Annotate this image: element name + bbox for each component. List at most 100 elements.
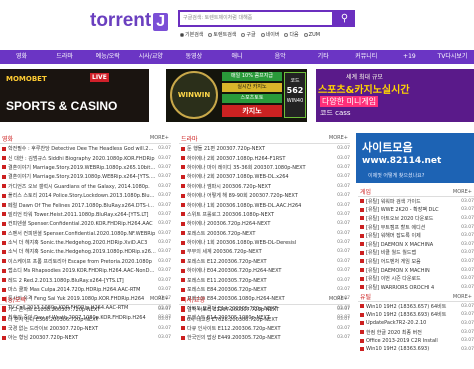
post-title[interactable]: 부부의 세계 200306.720p-NEXT <box>187 248 335 255</box>
list-item[interactable]: 폴리스 스토리 2014 Police.Story.Lockdown.2013.… <box>0 191 171 200</box>
radio-icon[interactable] <box>241 32 246 37</box>
banner-cass[interactable]: 세계 최대 규모 스포츠&카지노실시간 다양한 미니게임 코드 cass <box>316 69 474 122</box>
search-option[interactable]: 네이버 <box>260 31 279 38</box>
post-title[interactable]: 하이에나 2회 200307.1080p.H264-F1RST <box>187 155 335 162</box>
post-title[interactable]: [유틸] 아트오브 2020 다운로드 <box>366 215 459 222</box>
list-item[interactable]: [유틸] DAEMON X MACHINA 03.07 <box>358 240 474 249</box>
nav-item[interactable]: 커뮤니티 <box>345 50 388 64</box>
post-title[interactable]: 랩소디 Ms Rhapsodies 2019.KOR.FHDRip.H264.A… <box>8 267 156 274</box>
post-title[interactable]: 하이에나 E04.200306.720p.H264-NEXT <box>187 267 335 274</box>
section-title[interactable]: 영화 <box>2 134 13 143</box>
list-item[interactable]: 한컴 한글 2020 최종 버전 03.07 <box>358 328 474 337</box>
post-title[interactable]: 나 혼자 산다 E336.200306.720p-NEXT <box>8 316 156 323</box>
post-title[interactable]: [유틸] 워해머 잡도록 이제 <box>366 232 459 239</box>
post-title[interactable]: 하이에나 1회 200306.1080p.WEB-DL.AAC.H264 <box>187 202 335 209</box>
post-title[interactable]: 한국인의 밥상 E449.200305.720p-NEXT <box>187 334 335 341</box>
post-title[interactable]: Win10 19H2 (18363.693) 64비트 <box>366 311 459 318</box>
post-title[interactable]: 폴리스 스토리 2014 Police.Story.Lockdown.2013.… <box>8 192 156 199</box>
section-title[interactable]: 예능/오락 <box>2 295 26 304</box>
nav-item[interactable]: 시사/교양 <box>129 50 172 64</box>
list-item[interactable]: Win10 19H2 (18363.693) 03.07 <box>358 345 474 354</box>
list-item[interactable]: 하이에나 1회 200306.1080p.WEB-DL.AAC.H264 03.0… <box>179 200 350 209</box>
list-item[interactable]: 포레스트 200306.720p-NEXT 03.07 <box>179 229 350 238</box>
list-item[interactable]: [유틸] DAEMON X MACHIN 03.07 <box>358 266 474 275</box>
list-item[interactable]: Win10 19H2 (18363.657) 64비트 03.07 <box>358 302 474 311</box>
post-title[interactable]: 결혼이야기 Marriage.Story.2019.1080p.WEBRip.x… <box>8 173 156 180</box>
post-title[interactable]: Office 2013-2019 C2R Install <box>366 338 459 344</box>
nav-item[interactable]: TV다시보기 <box>431 50 474 64</box>
list-item[interactable]: [유틸] 워해머 잡도록 이제 03.07 <box>358 231 474 240</box>
list-item[interactable]: 페럴 Dawn Of The Felines 2017.1080p.BluRay… <box>0 200 171 209</box>
radio-icon[interactable] <box>208 32 213 37</box>
list-item[interactable]: 하이에나 200306.720p.H264-NEXT 03.07 <box>179 219 350 228</box>
list-item[interactable]: 학전필수 : 후루찬당 Detective Dee The Headless G… <box>0 144 171 153</box>
post-title[interactable]: Win10 19H2 (18363.657) 64비트 <box>366 303 459 310</box>
list-item[interactable]: [유틸] WARRIORS OROCHI 4 03.07 <box>358 283 474 292</box>
search-option[interactable]: 기본검색 <box>180 31 203 38</box>
nav-item[interactable]: 기타 <box>302 50 345 64</box>
post-title[interactable]: [유틸] 어드벤처 게임 모음 <box>366 258 459 265</box>
post-title[interactable]: 아는 형님 200307.720p-NEXT <box>8 334 156 341</box>
post-title[interactable]: 걸작 아포리 E1297.200307.720p-NEXT <box>187 306 335 313</box>
nav-item[interactable]: 드라마 <box>43 50 86 64</box>
radio-icon[interactable] <box>180 32 184 37</box>
list-item[interactable]: 다큐 인사이트 E112.200306.720p-NEXT 03.07 <box>179 324 350 333</box>
post-title[interactable]: UpdatePack7R2-20.2.10 <box>366 320 459 326</box>
more-link[interactable]: MORE+ <box>150 296 169 302</box>
post-title[interactable]: [유틸] 비클 월드 월드맵 <box>366 249 459 256</box>
list-item[interactable]: [유틸] 아트오브 2020 다운로드 03.07 <box>358 214 474 223</box>
post-title[interactable]: 포레스트 200306.720p-NEXT <box>187 230 335 237</box>
post-title[interactable]: 하이에나 마이 레이디 35-36회 200307.1080p-NEXT <box>187 164 335 171</box>
post-title[interactable]: 가그 콘서트 E1058.200307.720p-NEXT <box>8 306 156 313</box>
post-title[interactable]: 마스 쿨파 Mas Culpa.2014.720p.HDRip.H264.AAC… <box>8 286 156 293</box>
list-item[interactable]: [유틸] WWE 2K20 - 확장팩 DLC 03.07 <box>358 206 474 215</box>
list-item[interactable]: 마스 쿨파 Mas Culpa.2014.720p.HDRip.H264.AAC… <box>0 285 171 294</box>
post-title[interactable]: 가디언즈 오브 갤럭시 Guardians of the Galaxy, 201… <box>8 183 156 190</box>
list-item[interactable]: 하이에나 마이 레이디 35-36회 200307.1080p-NEXT 03.0… <box>179 163 350 172</box>
search-option[interactable]: 토렌트검색 <box>208 31 236 38</box>
site-logo[interactable]: torrent J <box>90 10 169 32</box>
nav-item[interactable]: +19 <box>388 50 431 64</box>
post-title[interactable]: 6시 내고향 E7026.200306.720p-NEXT <box>187 316 335 323</box>
list-item[interactable]: 가그 콘서트 E1058.200307.720p-NEXT 03.07 <box>0 305 171 314</box>
list-item[interactable]: [유틸] 이번 시즌 다운로드 03.07 <box>358 274 474 283</box>
post-title[interactable]: 하이에나 어떻게 해 89-90회 200307.720p-NEXT <box>187 192 335 199</box>
post-title[interactable]: 국경 없는 드라이브 200307.720p-NEXT <box>8 325 156 332</box>
search-option[interactable]: 구글 <box>241 31 256 38</box>
list-item[interactable]: 하이에나 엠파시 200306.720p-NEXT 03.07 <box>179 182 350 191</box>
list-item[interactable]: 하이에나 2회 200307.1080p.H264-F1RST 03.07 <box>179 153 350 162</box>
list-item[interactable]: 하이에나 2회 200307.1080p.WEB-DL.x264 03.07 <box>179 172 350 181</box>
banner-winwin[interactable]: WINWIN 매일 10% 콤프지급 실시간 카지노 스포츠토토 카지노 코드 5… <box>166 69 307 122</box>
section-title[interactable]: 유틸 <box>360 292 371 301</box>
list-item[interactable]: 한국인의 밥상 E449.200305.720p-NEXT 03.07 <box>179 333 350 342</box>
post-title[interactable]: [유틸] DAEMON X MACHIN <box>366 267 459 274</box>
list-item[interactable]: 포레스트 E11.200305.720p-NEXT 03.07 <box>179 275 350 284</box>
list-item[interactable]: UpdatePack7R2-20.2.10 03.07 <box>358 319 474 328</box>
post-title[interactable]: 하이에나 2회 200307.1080p.WEB-DL.x264 <box>187 173 335 180</box>
list-item[interactable]: 하이에나 어떻게 해 89-90회 200307.720p-NEXT 03.07 <box>179 191 350 200</box>
post-title[interactable]: 결혼이야기 Marriage.Story.2019.WEBRip.1080p.x… <box>8 164 156 171</box>
list-item[interactable]: 국경 없는 드라이브 200307.720p-NEXT 03.07 <box>0 324 171 333</box>
list-item[interactable]: [유틸] 비클 월드 월드맵 03.07 <box>358 249 474 258</box>
nav-item[interactable]: 애니 <box>215 50 258 64</box>
more-link[interactable]: MORE+ <box>329 296 348 302</box>
radio-icon[interactable] <box>284 32 289 37</box>
post-title[interactable]: [유틸] WWE 2K20 - 확장팩 DLC <box>366 206 459 213</box>
site-collection-banner[interactable]: 사이트모음 www.82114.net 이제껏 어떻게 찾으셨나요? <box>356 133 474 183</box>
search-option[interactable]: ZUM <box>303 31 320 38</box>
post-title[interactable]: 하이에나 1회 200306.1080p.WEB-DL-Deresisl <box>187 239 335 246</box>
list-item[interactable]: 결혼이야기 Marriage.Story.2019.1080p.WEBRip.x… <box>0 172 171 181</box>
post-title[interactable]: [유틸] 이번 시즌 다운로드 <box>366 275 459 282</box>
list-item[interactable]: [유틸] 워워파 검색 가이드 03.07 <box>358 197 474 206</box>
more-link[interactable]: MORE+ <box>453 294 472 300</box>
post-title[interactable]: 한컴 한글 2020 최종 버전 <box>366 329 459 336</box>
post-title[interactable]: [유틸] WARRIORS OROCHI 4 <box>366 284 459 291</box>
list-item[interactable]: 하이에나 E04.200306.720p.H264-NEXT 03.07 <box>179 266 350 275</box>
list-item[interactable]: 걸작 아포리 E1297.200307.720p-NEXT 03.07 <box>179 305 350 314</box>
list-item[interactable]: 컨피덴셜 Spenser.Confidential.2020.KOR.FHDRi… <box>0 219 171 228</box>
list-item[interactable]: 소닉 더 헤지혹 Sonic.the.Hedgehog.2020.HDRip.X… <box>0 238 171 247</box>
list-item[interactable]: 빌리언 타워 Tower.Heist.2011.1080p.BluRay.x26… <box>0 210 171 219</box>
post-title[interactable]: 포레스트 E12.200306.720p-NEXT <box>187 258 335 265</box>
list-item[interactable]: 가디언즈 오브 갤럭시 Guardians of the Galaxy, 201… <box>0 182 171 191</box>
search-button[interactable]: ⚲ <box>334 10 355 27</box>
